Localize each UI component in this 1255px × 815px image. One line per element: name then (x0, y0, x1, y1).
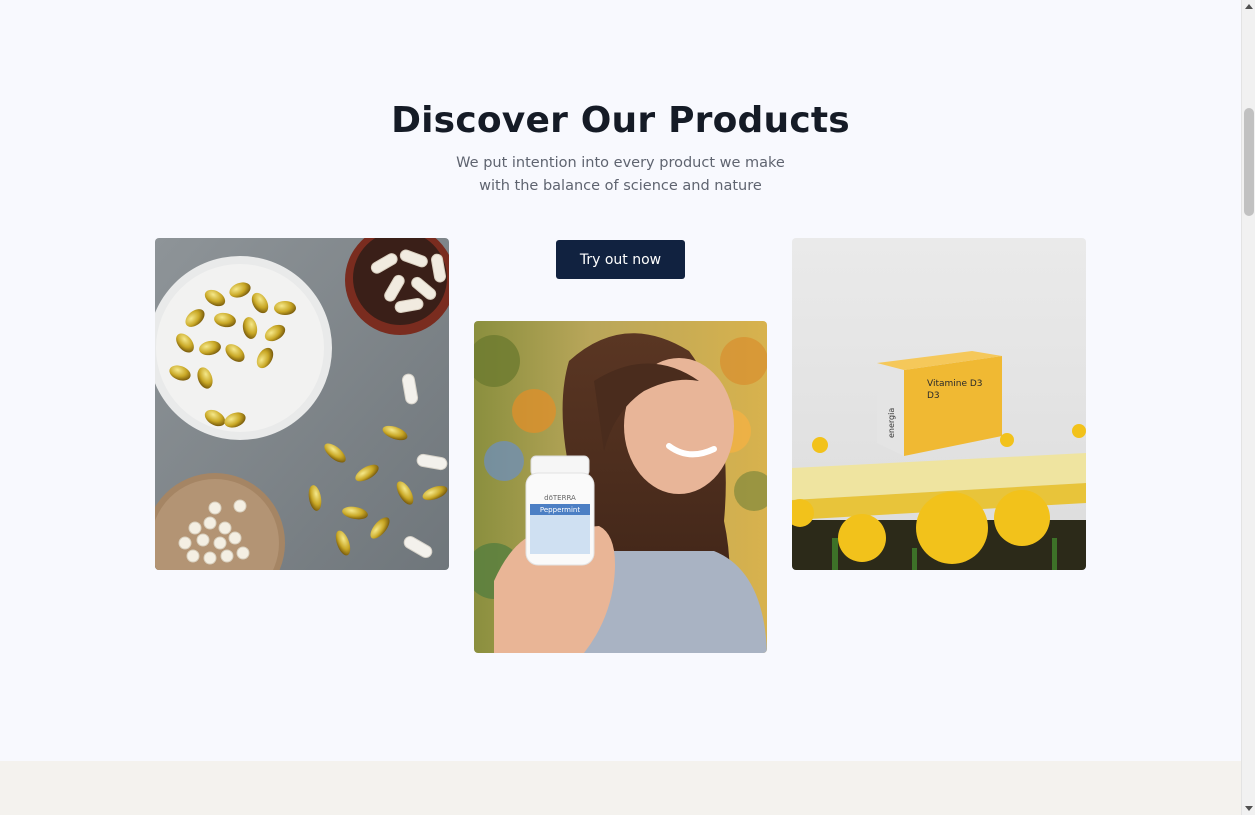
woman-bottle-image: dōTERRA Peppermint (474, 321, 767, 653)
bottle-label: Peppermint (540, 506, 580, 514)
product-image-woman-bottle[interactable]: dōTERRA Peppermint (474, 321, 767, 653)
try-out-now-button[interactable]: Try out now (556, 240, 685, 279)
box-title: Vitamine D3 (927, 379, 983, 389)
capsules-image (155, 238, 449, 570)
bottle: dōTERRA Peppermint (525, 455, 595, 566)
scrollbar-thumb[interactable] (1244, 108, 1254, 216)
scroll-down-icon[interactable] (1245, 806, 1253, 811)
bottle-brand: dōTERRA (544, 494, 576, 502)
section-subtitle: We put intention into every product we m… (0, 152, 1241, 198)
products-section: Discover Our Products We put intention i… (0, 0, 1241, 761)
page-scrollbar[interactable] (1241, 0, 1255, 815)
box-subtitle: D3 (927, 391, 940, 401)
scroll-up-icon[interactable] (1245, 4, 1253, 9)
next-section-band (0, 761, 1241, 815)
box-brand: energia (887, 408, 896, 438)
vitamin-d3-image: Vitamine D3 D3 energia (792, 238, 1086, 570)
section-title: Discover Our Products (391, 100, 850, 141)
subtitle-line-1: We put intention into every product we m… (456, 155, 785, 171)
product-image-vitamin-d3[interactable]: Vitamine D3 D3 energia (792, 238, 1086, 570)
product-image-capsules[interactable] (155, 238, 449, 570)
subtitle-line-2: with the balance of science and nature (479, 178, 762, 194)
